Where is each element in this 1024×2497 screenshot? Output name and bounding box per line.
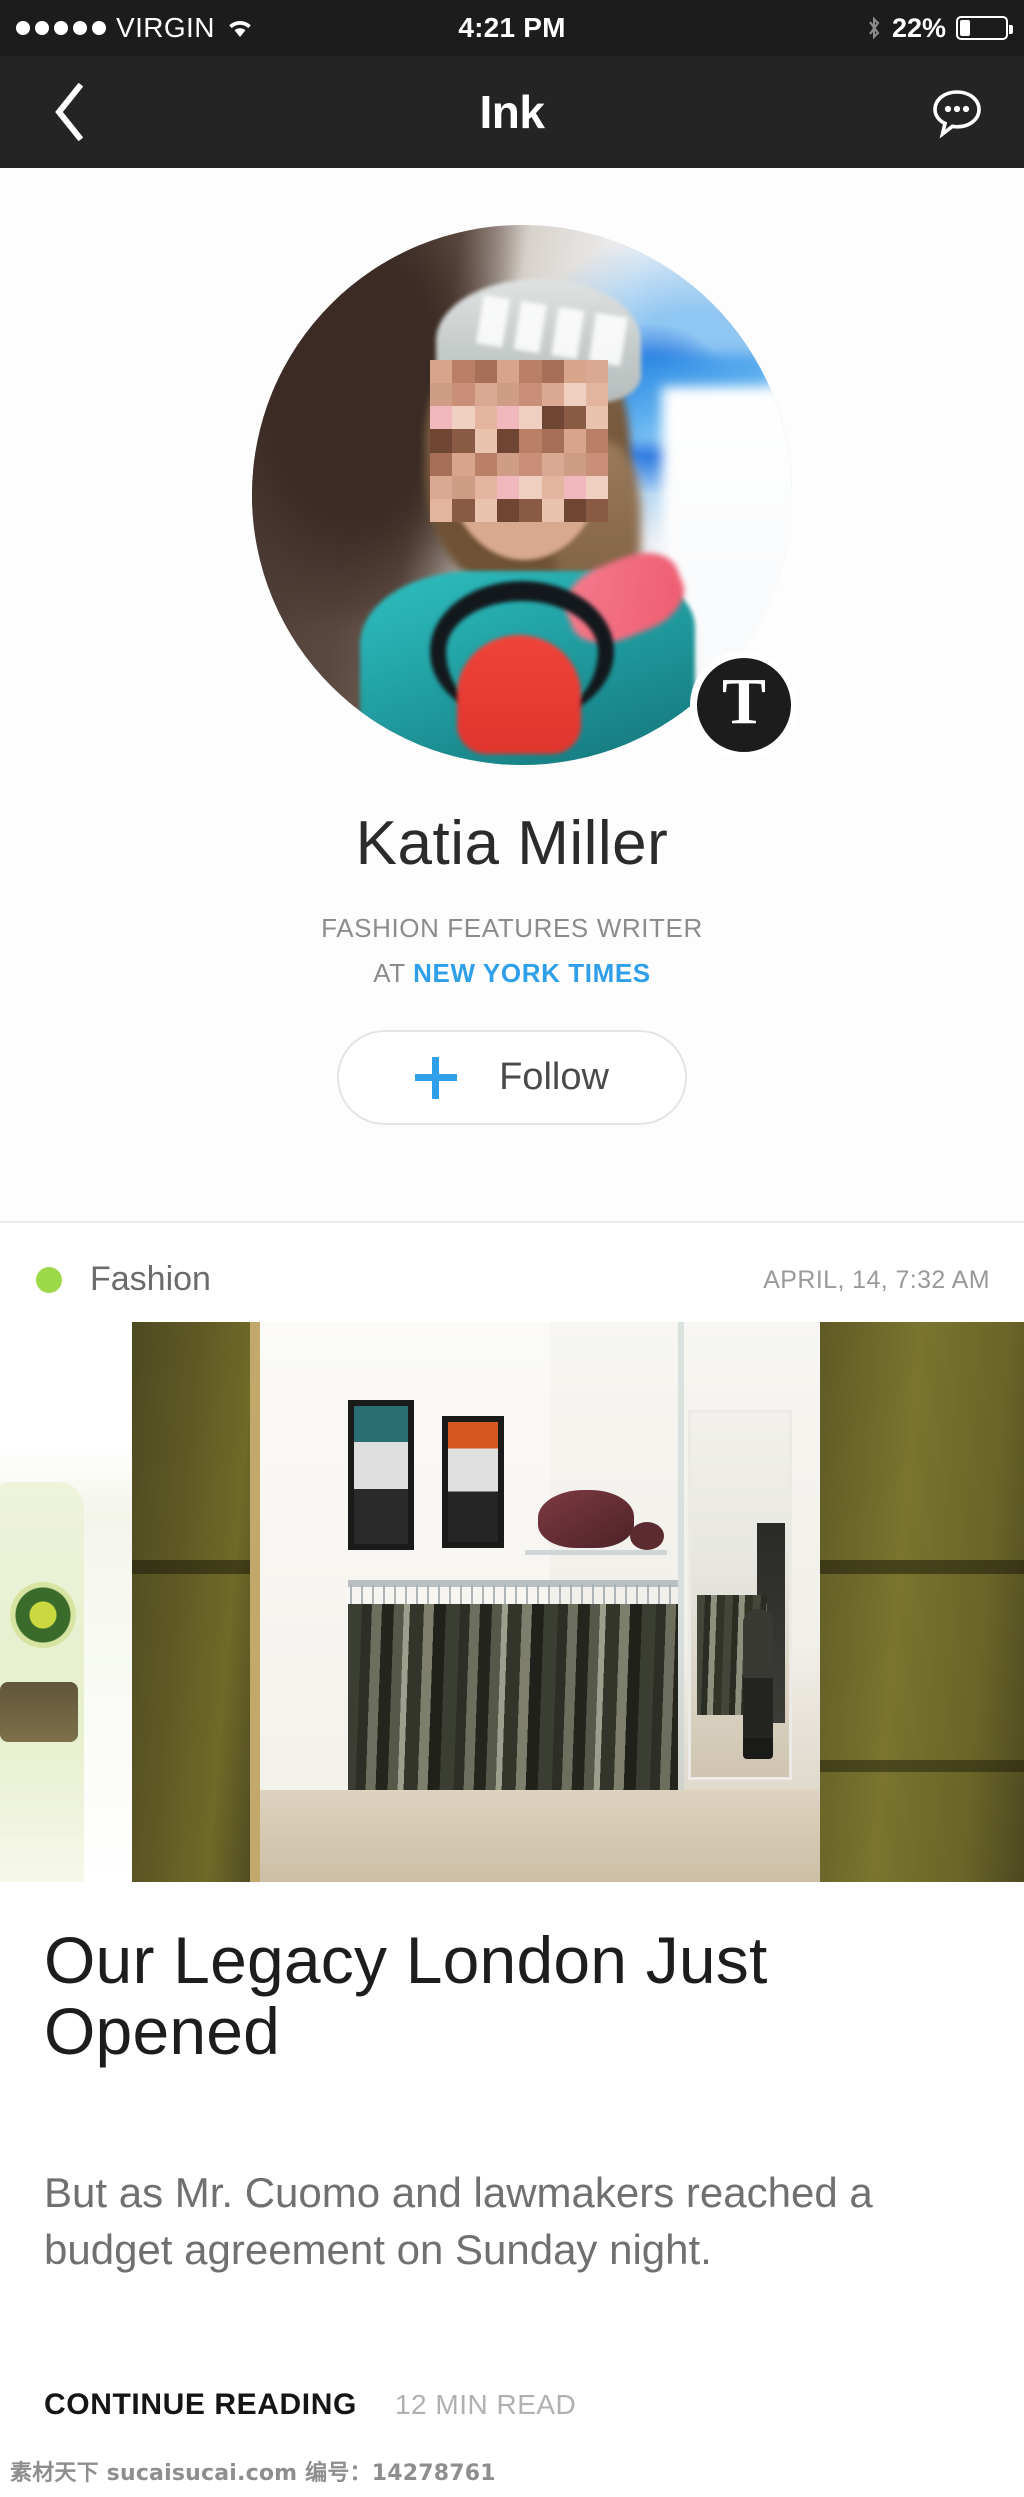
image-mirror <box>688 1410 792 1780</box>
navigation-bar: Ink <box>0 56 1024 168</box>
article-category[interactable]: Fashion <box>36 1260 211 1299</box>
image-shelf <box>525 1550 667 1555</box>
photo-red-shirt <box>457 635 582 755</box>
article-image[interactable] <box>0 1322 1024 1882</box>
status-bar-right: 22% <box>866 12 1013 44</box>
image-floor <box>260 1790 820 1882</box>
face-pixelation <box>430 360 609 522</box>
category-label: Fashion <box>90 1260 211 1298</box>
employer-link[interactable]: NEW YORK TIMES <box>413 958 651 988</box>
employer-prefix: AT <box>373 958 414 988</box>
image-framed-art-1 <box>348 1400 414 1550</box>
article-cta-row: CONTINUE READING 12 MIN READ <box>44 2388 984 2422</box>
follow-button-label: Follow <box>499 1056 609 1098</box>
new-york-times-badge: T <box>690 651 798 759</box>
profile-section: T Katia Miller FASHION FEATURES WRITER A… <box>0 168 1024 1221</box>
badge-letter: T <box>721 665 767 738</box>
image-small-bag <box>630 1522 664 1550</box>
image-left-strip <box>0 1322 132 1882</box>
app-title: Ink <box>479 86 545 138</box>
image-store-interior <box>260 1322 820 1882</box>
profile-name: Katia Miller <box>355 809 669 878</box>
category-dot-icon <box>36 1266 62 1293</box>
image-framed-art-2 <box>442 1416 504 1548</box>
avatar[interactable]: T <box>252 225 798 765</box>
chat-bubble-icon <box>933 90 981 139</box>
messages-button[interactable] <box>922 77 992 147</box>
bluetooth-icon <box>866 15 882 41</box>
section-divider <box>0 1221 1024 1223</box>
article-headline[interactable]: Our Legacy London Just Opened <box>44 1925 984 2066</box>
image-green-garment <box>0 1482 84 1882</box>
battery-percent-label: 22% <box>891 12 946 43</box>
follow-button[interactable]: Follow <box>337 1030 687 1125</box>
read-time-label: 12 MIN READ <box>394 2389 577 2420</box>
plus-icon <box>415 1056 458 1099</box>
status-bar: VIRGIN 4:21 PM 22% <box>0 0 1024 56</box>
image-bag <box>538 1490 634 1548</box>
article-date: APRIL, 14, 7:32 AM <box>763 1266 990 1294</box>
app-screen: VIRGIN 4:21 PM 22% Ink T Katia Miller FA… <box>0 0 1024 2497</box>
profile-employer: AT NEW YORK TIMES <box>0 958 1024 989</box>
article-excerpt: But as Mr. Cuomo and lawmakers reached a… <box>44 2169 873 2273</box>
stock-watermark: 素材天下 sucaisucai.com 编号：14278761 <box>10 2461 496 2486</box>
profile-role: FASHION FEATURES WRITER <box>321 913 703 943</box>
image-right-door <box>820 1322 1024 1882</box>
image-left-door <box>132 1322 260 1882</box>
image-mannequin <box>743 1609 773 1759</box>
battery-icon <box>956 16 1013 40</box>
continue-reading-button[interactable]: CONTINUE READING <box>44 2388 357 2422</box>
